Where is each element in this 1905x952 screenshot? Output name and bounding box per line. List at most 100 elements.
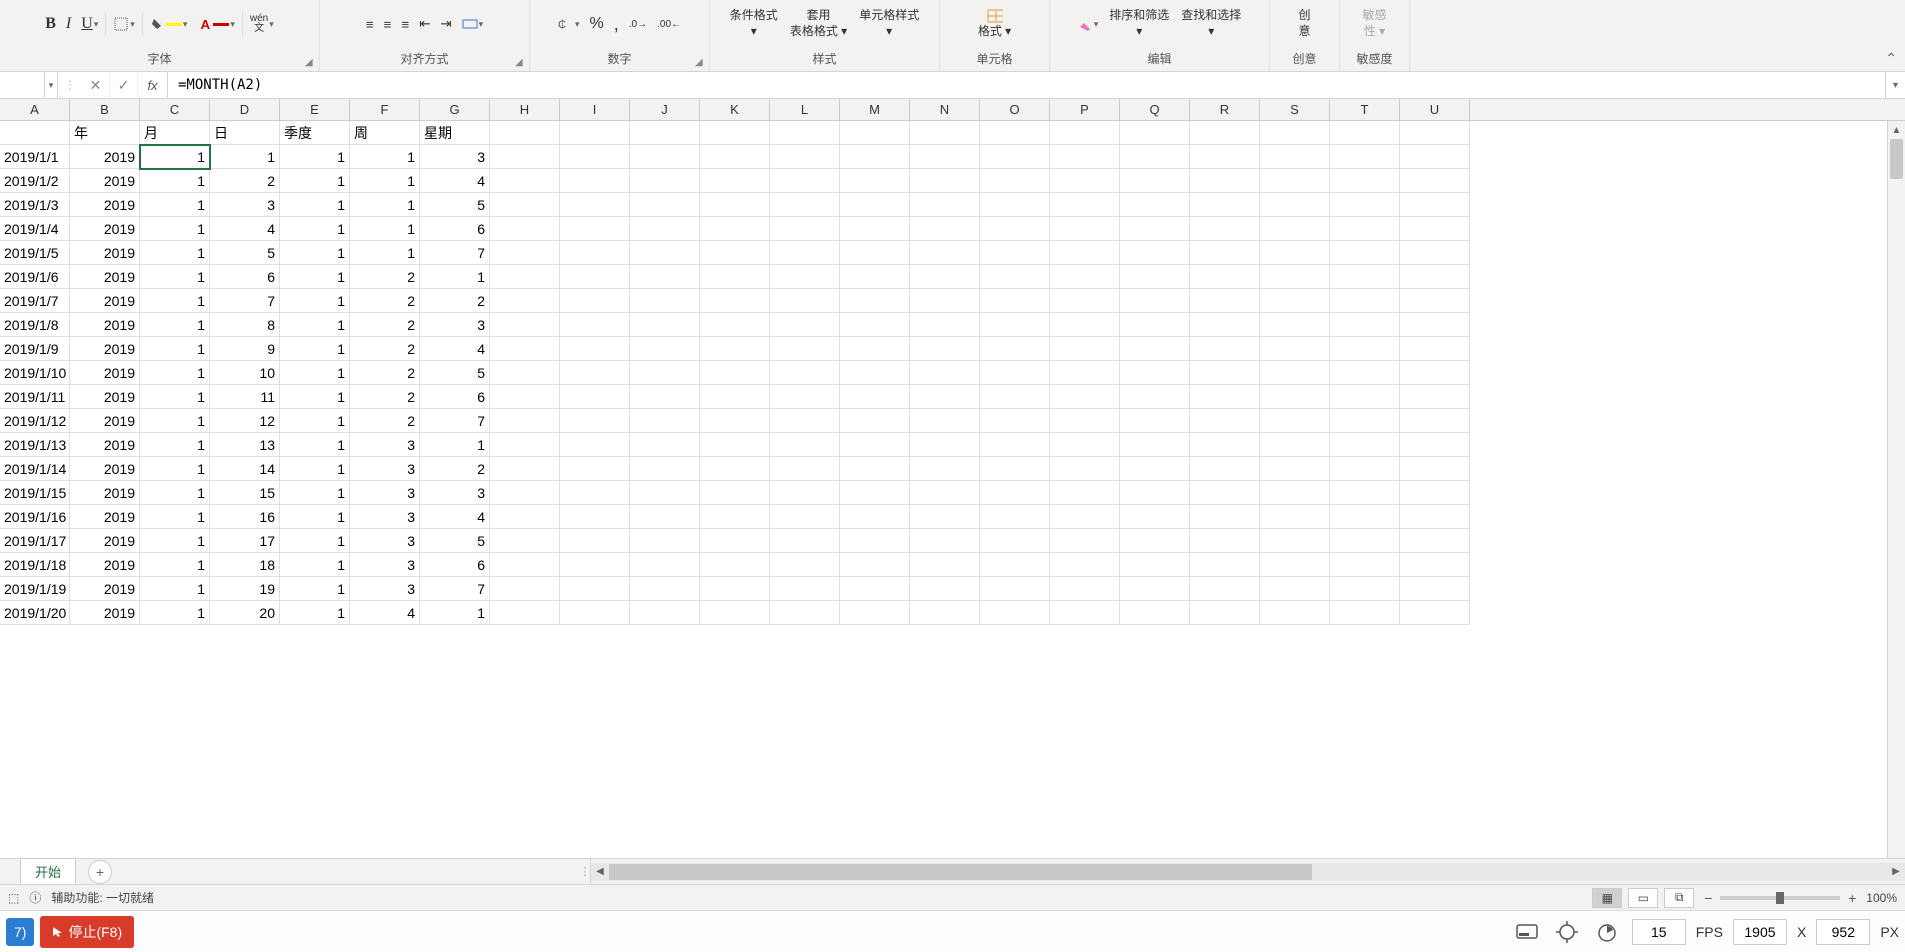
data-cell[interactable] bbox=[560, 601, 630, 625]
data-cell[interactable] bbox=[1330, 385, 1400, 409]
ideas-button[interactable]: 创意 bbox=[1294, 0, 1314, 48]
data-cell[interactable] bbox=[490, 529, 560, 553]
data-cell[interactable] bbox=[1260, 241, 1330, 265]
data-cell[interactable]: 5 bbox=[420, 529, 490, 553]
data-cell[interactable] bbox=[560, 409, 630, 433]
data-cell[interactable] bbox=[560, 385, 630, 409]
data-cell[interactable]: 2019/1/8 bbox=[0, 313, 70, 337]
data-cell[interactable] bbox=[1120, 385, 1190, 409]
enter-formula-button[interactable]: ✓ bbox=[110, 72, 138, 98]
data-cell[interactable] bbox=[1260, 529, 1330, 553]
data-cell[interactable] bbox=[1260, 313, 1330, 337]
recorder-timer-icon[interactable] bbox=[1592, 917, 1622, 947]
data-cell[interactable] bbox=[910, 481, 980, 505]
data-cell[interactable] bbox=[1120, 481, 1190, 505]
data-cell[interactable] bbox=[700, 265, 770, 289]
horizontal-scroll-track[interactable] bbox=[609, 863, 1887, 881]
data-cell[interactable] bbox=[630, 193, 700, 217]
data-cell[interactable] bbox=[490, 337, 560, 361]
data-cell[interactable] bbox=[1120, 529, 1190, 553]
data-cell[interactable] bbox=[700, 529, 770, 553]
data-cell[interactable]: 2019 bbox=[70, 385, 140, 409]
data-cell[interactable] bbox=[1330, 361, 1400, 385]
data-cell[interactable] bbox=[770, 385, 840, 409]
data-cell[interactable] bbox=[560, 289, 630, 313]
data-cell[interactable] bbox=[560, 505, 630, 529]
data-cell[interactable] bbox=[1190, 577, 1260, 601]
data-cell[interactable]: 13 bbox=[210, 433, 280, 457]
data-cell[interactable] bbox=[630, 241, 700, 265]
data-cell[interactable] bbox=[1190, 409, 1260, 433]
data-cell[interactable]: 3 bbox=[350, 481, 420, 505]
data-cell[interactable] bbox=[1190, 289, 1260, 313]
number-dialog-launcher[interactable]: ◢ bbox=[695, 57, 707, 69]
data-cell[interactable] bbox=[770, 289, 840, 313]
data-cell[interactable] bbox=[980, 313, 1050, 337]
increase-indent-button[interactable]: ⇥ bbox=[437, 14, 454, 34]
data-cell[interactable]: 2019/1/11 bbox=[0, 385, 70, 409]
data-cell[interactable] bbox=[560, 265, 630, 289]
data-cell[interactable]: 1 bbox=[280, 145, 350, 169]
data-cell[interactable]: 3 bbox=[350, 433, 420, 457]
data-cell[interactable]: 2 bbox=[210, 169, 280, 193]
data-cell[interactable]: 2019 bbox=[70, 193, 140, 217]
data-cell[interactable]: 6 bbox=[420, 385, 490, 409]
data-cell[interactable]: 2019/1/14 bbox=[0, 457, 70, 481]
data-cell[interactable] bbox=[1190, 217, 1260, 241]
data-cell[interactable] bbox=[1190, 241, 1260, 265]
data-cell[interactable]: 2019 bbox=[70, 409, 140, 433]
data-cell[interactable] bbox=[1120, 217, 1190, 241]
data-cell[interactable] bbox=[1260, 337, 1330, 361]
data-cell[interactable] bbox=[490, 169, 560, 193]
data-cell[interactable] bbox=[1400, 241, 1470, 265]
sort-filter-button[interactable]: 排序和筛选▾ bbox=[1105, 0, 1173, 48]
data-cell[interactable] bbox=[770, 241, 840, 265]
data-cell[interactable] bbox=[630, 601, 700, 625]
data-cell[interactable]: 2019 bbox=[70, 457, 140, 481]
recorder-target-icon[interactable] bbox=[1552, 917, 1582, 947]
data-cell[interactable] bbox=[770, 505, 840, 529]
increase-decimal-button[interactable]: .0→ bbox=[626, 17, 650, 32]
data-cell[interactable] bbox=[770, 457, 840, 481]
data-cell[interactable] bbox=[700, 577, 770, 601]
data-cell[interactable]: 4 bbox=[420, 337, 490, 361]
data-cell[interactable]: 2019/1/1 bbox=[0, 145, 70, 169]
data-cell[interactable]: 2019/1/5 bbox=[0, 241, 70, 265]
tab-scroll-separator[interactable]: ⋮ bbox=[580, 859, 590, 884]
data-cell[interactable] bbox=[1400, 553, 1470, 577]
zoom-track[interactable] bbox=[1720, 896, 1840, 900]
data-cell[interactable]: 2019 bbox=[70, 361, 140, 385]
data-cell[interactable] bbox=[910, 265, 980, 289]
data-cell[interactable] bbox=[1330, 169, 1400, 193]
data-cell[interactable]: 7 bbox=[420, 577, 490, 601]
data-cell[interactable] bbox=[1050, 385, 1120, 409]
data-cell[interactable] bbox=[560, 169, 630, 193]
data-cell[interactable] bbox=[770, 481, 840, 505]
data-cell[interactable] bbox=[1400, 217, 1470, 241]
data-cell[interactable] bbox=[1120, 265, 1190, 289]
data-cell[interactable] bbox=[490, 577, 560, 601]
data-cell[interactable] bbox=[1260, 289, 1330, 313]
column-header-O[interactable]: O bbox=[980, 99, 1050, 120]
recorder-screen-icon[interactable] bbox=[1512, 917, 1542, 947]
data-cell[interactable]: 12 bbox=[210, 409, 280, 433]
data-cell[interactable]: 2019 bbox=[70, 481, 140, 505]
conditional-format-button[interactable]: 条件格式▾ bbox=[726, 0, 782, 48]
data-cell[interactable] bbox=[980, 361, 1050, 385]
data-cell[interactable]: 2 bbox=[350, 289, 420, 313]
data-cell[interactable]: 1 bbox=[280, 505, 350, 529]
header-cell[interactable] bbox=[700, 121, 770, 145]
data-cell[interactable] bbox=[1120, 289, 1190, 313]
data-cell[interactable] bbox=[1190, 313, 1260, 337]
data-cell[interactable]: 2019/1/17 bbox=[0, 529, 70, 553]
data-cell[interactable]: 2 bbox=[350, 361, 420, 385]
data-cell[interactable] bbox=[980, 553, 1050, 577]
column-header-E[interactable]: E bbox=[280, 99, 350, 120]
data-cell[interactable]: 2019/1/13 bbox=[0, 433, 70, 457]
sheet-tab-start[interactable]: 开始 bbox=[20, 858, 76, 884]
data-cell[interactable] bbox=[560, 481, 630, 505]
data-cell[interactable] bbox=[1260, 217, 1330, 241]
data-cell[interactable] bbox=[980, 145, 1050, 169]
data-cell[interactable] bbox=[1120, 169, 1190, 193]
data-cell[interactable] bbox=[700, 289, 770, 313]
